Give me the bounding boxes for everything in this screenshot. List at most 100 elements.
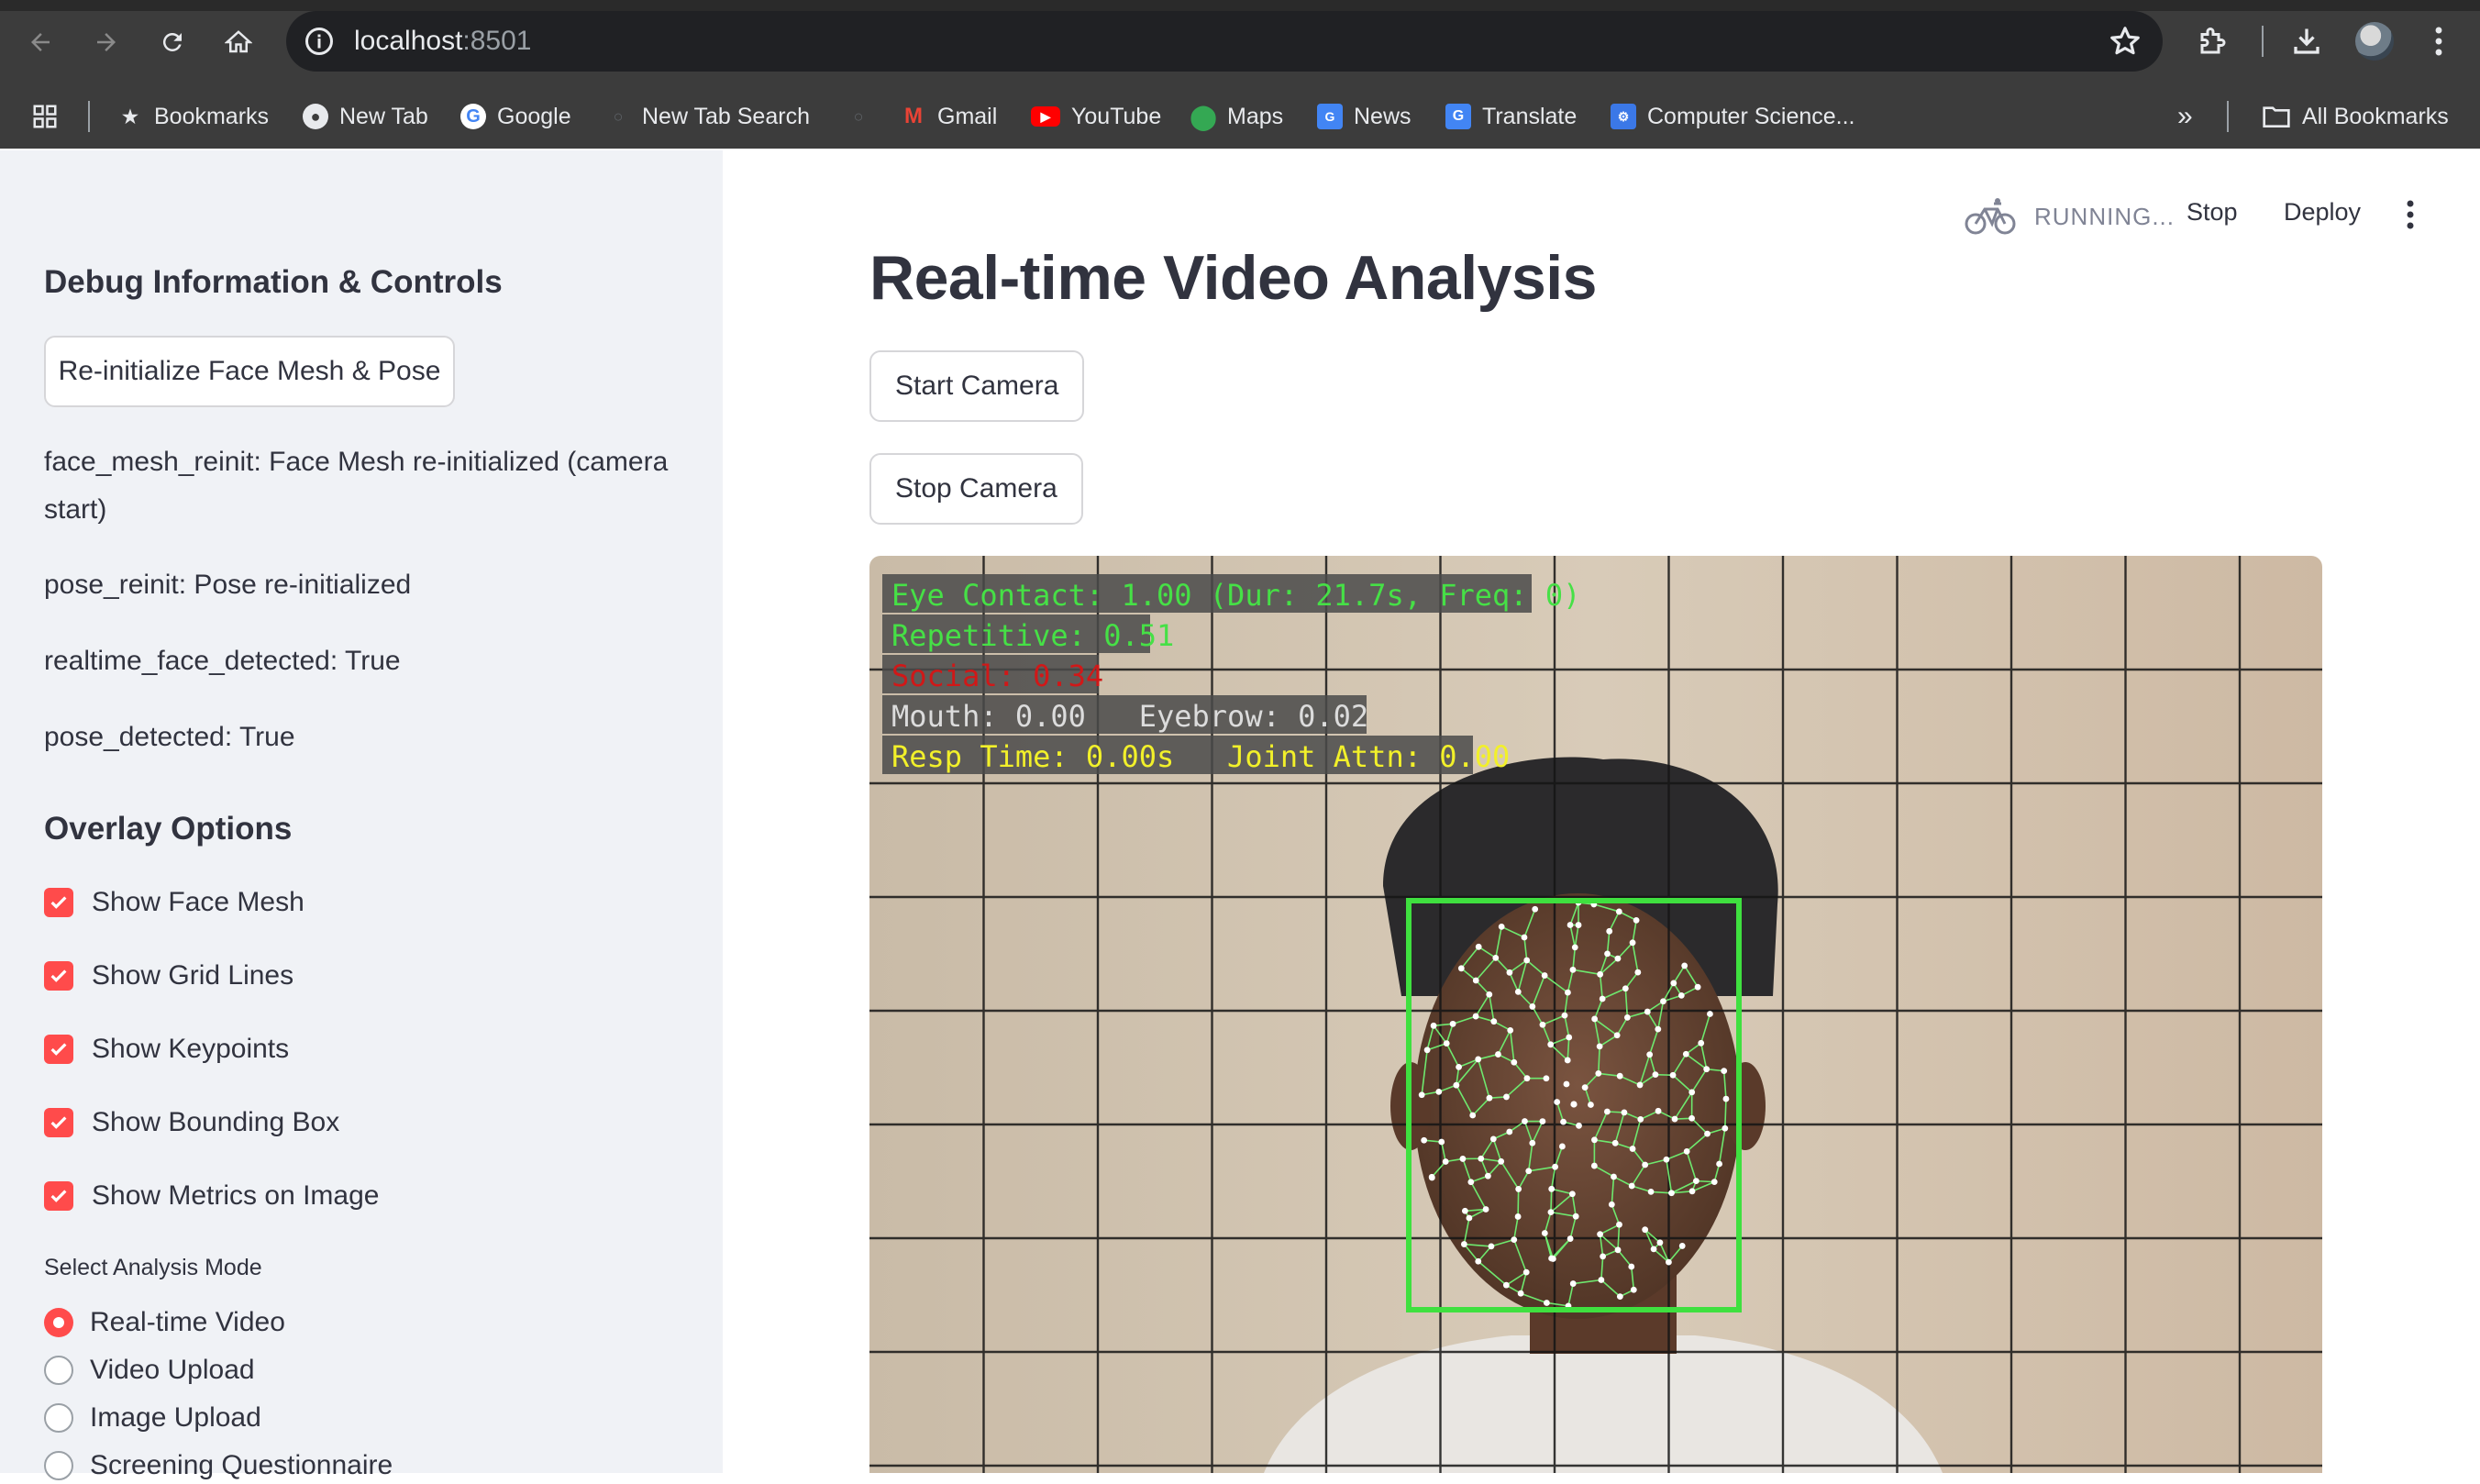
checkbox-show-face-mesh[interactable]: Show Face Mesh — [44, 884, 304, 921]
forward-button[interactable] — [84, 20, 128, 64]
back-button[interactable] — [18, 20, 62, 64]
radio-video-upload[interactable]: Video Upload — [44, 1352, 255, 1389]
bookmark-search-extra[interactable]: ○ — [846, 84, 871, 149]
url-port: :8501 — [462, 26, 531, 56]
stop-app-button[interactable]: Stop — [2187, 198, 2238, 227]
metric-resp-joint: Resp Time: 0.00s Joint Attn: 0.00 — [891, 739, 1510, 774]
star-icon: ★ — [117, 104, 143, 129]
bookmark-bookmarks[interactable]: ★ Bookmarks — [117, 84, 269, 149]
checkbox-label: Show Keypoints — [92, 1034, 289, 1065]
google-icon: G — [460, 104, 486, 129]
bookmark-star-icon[interactable] — [2108, 24, 2142, 59]
address-bar[interactable]: localhost:8501 — [286, 11, 2163, 72]
bookmarks-bar: ★ Bookmarks ● New Tab G Google ○ New Tab… — [0, 84, 2480, 149]
running-text: RUNNING... — [2034, 203, 2175, 231]
checkmark-icon[interactable] — [44, 961, 73, 991]
apps-grid-icon — [31, 103, 59, 130]
browser-menu-button[interactable] — [2418, 20, 2460, 62]
bookmarks-divider — [88, 101, 90, 132]
radio-selected-icon[interactable] — [44, 1308, 73, 1337]
double-chevron-icon: » — [2177, 101, 2193, 132]
start-camera-button[interactable]: Start Camera — [869, 350, 1084, 422]
bookmark-maps[interactable]: ⬤ Maps — [1190, 84, 1283, 149]
bookmark-translate[interactable]: G Translate — [1445, 84, 1577, 149]
reinit-face-mesh-pose-button[interactable]: Re-initialize Face Mesh & Pose — [44, 336, 455, 407]
bookmark-gmail[interactable]: M Gmail — [901, 84, 997, 149]
bookmark-computer-science[interactable]: ⚙ Computer Science... — [1611, 84, 1855, 149]
radio-image-upload[interactable]: Image Upload — [44, 1400, 261, 1436]
checkbox-show-keypoints[interactable]: Show Keypoints — [44, 1031, 289, 1068]
home-button[interactable] — [216, 20, 260, 64]
bookmark-label: Maps — [1227, 104, 1283, 130]
all-bookmarks-button[interactable]: All Bookmarks — [2262, 84, 2449, 149]
bookmark-news[interactable]: G News — [1317, 84, 1412, 149]
bookmark-label: New Tab — [339, 104, 428, 130]
page-title: Real-time Video Analysis — [869, 242, 1597, 314]
deploy-button[interactable]: Deploy — [2284, 198, 2361, 227]
checkbox-label: Show Bounding Box — [92, 1107, 339, 1138]
bicycle-icon — [1965, 196, 2016, 237]
checkbox-label: Show Metrics on Image — [92, 1180, 379, 1212]
radio-label: Video Upload — [90, 1355, 255, 1386]
video-feed: Eye Contact: 1.00 (Dur: 21.7s, Freq: 0) … — [869, 556, 2322, 1473]
checkmark-icon[interactable] — [44, 1108, 73, 1137]
downloads-button[interactable] — [2286, 20, 2328, 62]
radio-unselected-icon[interactable] — [44, 1356, 73, 1385]
globe-icon: ● — [303, 104, 328, 129]
home-icon — [225, 28, 252, 56]
sidebar: Debug Information & Controls Re-initiali… — [0, 150, 723, 1473]
bookmark-youtube[interactable]: ▶ YouTube — [1031, 84, 1161, 149]
metric-repetitive: Repetitive: 0.51 — [891, 618, 1174, 653]
checkbox-show-metrics[interactable]: Show Metrics on Image — [44, 1178, 379, 1214]
radio-unselected-icon[interactable] — [44, 1403, 73, 1433]
toolbar-divider — [2262, 26, 2264, 57]
checkbox-show-grid-lines[interactable]: Show Grid Lines — [44, 958, 293, 994]
main-menu-icon[interactable] — [2401, 196, 2419, 233]
apps-button[interactable] — [31, 84, 59, 149]
bookmark-new-tab[interactable]: ● New Tab — [303, 84, 428, 149]
browser-toolbar: localhost:8501 — [0, 0, 2480, 84]
analysis-mode-label: Select Analysis Mode — [44, 1255, 262, 1281]
radio-label: Image Upload — [90, 1402, 261, 1434]
reload-icon — [159, 28, 186, 56]
main-content: RUNNING... Stop Deploy Real-time Video A… — [723, 150, 2480, 1473]
news-icon: G — [1317, 104, 1343, 129]
search-icon: ○ — [846, 104, 871, 129]
bookmark-label: Gmail — [937, 104, 997, 130]
running-status: RUNNING... — [1965, 196, 2175, 237]
radio-unselected-icon[interactable] — [44, 1451, 73, 1480]
search-icon: ○ — [605, 104, 631, 129]
all-bookmarks-label: All Bookmarks — [2302, 104, 2449, 130]
maps-icon: ⬤ — [1190, 104, 1216, 129]
bookmark-label: News — [1354, 104, 1412, 130]
radio-screening-questionnaire[interactable]: Screening Questionnaire — [44, 1447, 393, 1484]
puzzle-icon — [2197, 25, 2230, 58]
site-info-icon[interactable] — [303, 25, 336, 58]
folder-icon — [2262, 104, 2291, 129]
gmail-icon: M — [901, 104, 926, 129]
debug-line-pose: pose_reinit: Pose re-initialized — [44, 561, 686, 609]
bookmark-google[interactable]: G Google — [460, 84, 571, 149]
debug-heading: Debug Information & Controls — [44, 264, 503, 301]
checkmark-icon[interactable] — [44, 888, 73, 917]
vertical-dots-icon — [2433, 25, 2444, 58]
extensions-button[interactable] — [2192, 20, 2234, 62]
url-text[interactable]: localhost:8501 — [354, 25, 531, 58]
download-icon — [2290, 25, 2323, 58]
radio-real-time-video[interactable]: Real-time Video — [44, 1304, 285, 1341]
profile-avatar[interactable] — [2355, 22, 2394, 61]
bookmark-new-tab-search[interactable]: ○ New Tab Search — [605, 84, 810, 149]
more-bookmarks-button[interactable]: » — [2177, 84, 2193, 149]
checkbox-label: Show Grid Lines — [92, 960, 293, 991]
checkbox-show-bounding-box[interactable]: Show Bounding Box — [44, 1104, 339, 1141]
checkbox-label: Show Face Mesh — [92, 887, 304, 918]
checkmark-icon[interactable] — [44, 1035, 73, 1064]
stop-camera-button[interactable]: Stop Camera — [869, 453, 1083, 525]
debug-line-face-detected: realtime_face_detected: True — [44, 637, 686, 685]
checkmark-icon[interactable] — [44, 1181, 73, 1211]
reload-button[interactable] — [150, 20, 194, 64]
bookmark-label: New Tab Search — [642, 104, 810, 130]
bookmark-label: Bookmarks — [154, 104, 269, 130]
metric-mouth-eyebrow: Mouth: 0.00 Eyebrow: 0.02 — [891, 699, 1368, 734]
bookmarks-divider-right — [2227, 101, 2229, 132]
